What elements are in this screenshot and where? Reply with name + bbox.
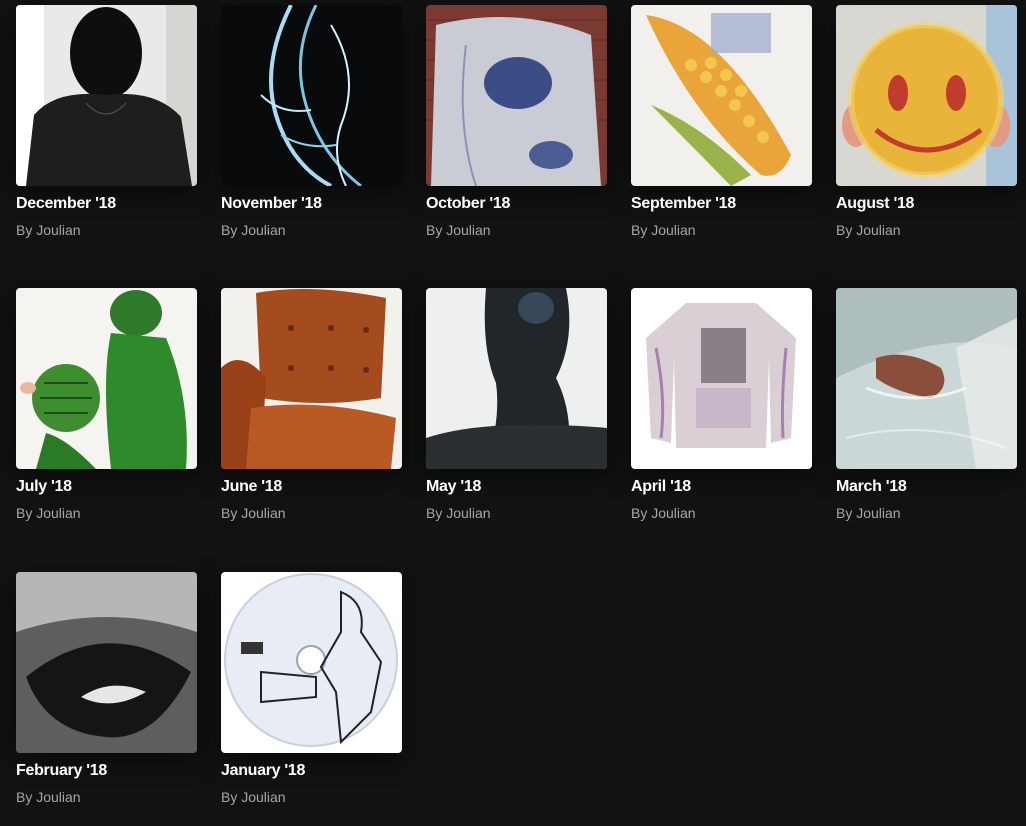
playlist-card-july-18[interactable]: July '18 By Joulian	[16, 288, 197, 528]
playlist-cover-art[interactable]	[836, 288, 1017, 469]
playlist-owner[interactable]: By Joulian	[631, 505, 812, 521]
playlist-cover-art[interactable]	[426, 5, 607, 186]
playlist-grid: December '18 By Joulian November '18 By …	[16, 5, 1026, 826]
playlist-title[interactable]: November '18	[221, 195, 402, 213]
playlist-owner[interactable]: By Joulian	[221, 222, 402, 238]
playlist-cover-art[interactable]	[16, 5, 197, 186]
playlist-card-april-18[interactable]: April '18 By Joulian	[631, 288, 812, 528]
playlist-card-may-18[interactable]: May '18 By Joulian	[426, 288, 607, 528]
playlist-owner[interactable]: By Joulian	[836, 505, 1017, 521]
playlist-owner[interactable]: By Joulian	[426, 505, 607, 521]
playlist-cover-art[interactable]	[221, 572, 402, 753]
playlist-title[interactable]: May '18	[426, 478, 607, 496]
playlist-owner[interactable]: By Joulian	[631, 222, 812, 238]
playlist-title[interactable]: January '18	[221, 762, 402, 780]
playlist-title[interactable]: July '18	[16, 478, 197, 496]
playlist-owner[interactable]: By Joulian	[221, 789, 402, 805]
playlist-cover-art[interactable]	[836, 5, 1017, 186]
playlist-card-september-18[interactable]: September '18 By Joulian	[631, 5, 812, 245]
playlist-title[interactable]: March '18	[836, 478, 1017, 496]
playlist-card-august-18[interactable]: August '18 By Joulian	[836, 5, 1017, 245]
playlist-cover-art[interactable]	[426, 288, 607, 469]
playlist-owner[interactable]: By Joulian	[221, 505, 402, 521]
playlist-title[interactable]: February '18	[16, 762, 197, 780]
playlist-card-june-18[interactable]: June '18 By Joulian	[221, 288, 402, 528]
playlist-card-february-18[interactable]: February '18 By Joulian	[16, 572, 197, 812]
playlist-title[interactable]: October '18	[426, 195, 607, 213]
playlist-owner[interactable]: By Joulian	[16, 505, 197, 521]
playlist-owner[interactable]: By Joulian	[836, 222, 1017, 238]
playlist-cover-art[interactable]	[631, 288, 812, 469]
playlist-card-december-18[interactable]: December '18 By Joulian	[16, 5, 197, 245]
playlist-cover-art[interactable]	[16, 288, 197, 469]
playlist-owner[interactable]: By Joulian	[426, 222, 607, 238]
playlist-card-november-18[interactable]: November '18 By Joulian	[221, 5, 402, 245]
playlist-title[interactable]: September '18	[631, 195, 812, 213]
playlist-card-march-18[interactable]: March '18 By Joulian	[836, 288, 1017, 528]
playlist-owner[interactable]: By Joulian	[16, 789, 197, 805]
playlist-title[interactable]: April '18	[631, 478, 812, 496]
playlist-card-october-18[interactable]: October '18 By Joulian	[426, 5, 607, 245]
playlist-title[interactable]: December '18	[16, 195, 197, 213]
playlist-card-january-18[interactable]: January '18 By Joulian	[221, 572, 402, 812]
playlist-cover-art[interactable]	[631, 5, 812, 186]
playlist-cover-art[interactable]	[16, 572, 197, 753]
playlist-owner[interactable]: By Joulian	[16, 222, 197, 238]
playlist-title[interactable]: August '18	[836, 195, 1017, 213]
playlist-cover-art[interactable]	[221, 288, 402, 469]
playlist-title[interactable]: June '18	[221, 478, 402, 496]
playlist-cover-art[interactable]	[221, 5, 402, 186]
